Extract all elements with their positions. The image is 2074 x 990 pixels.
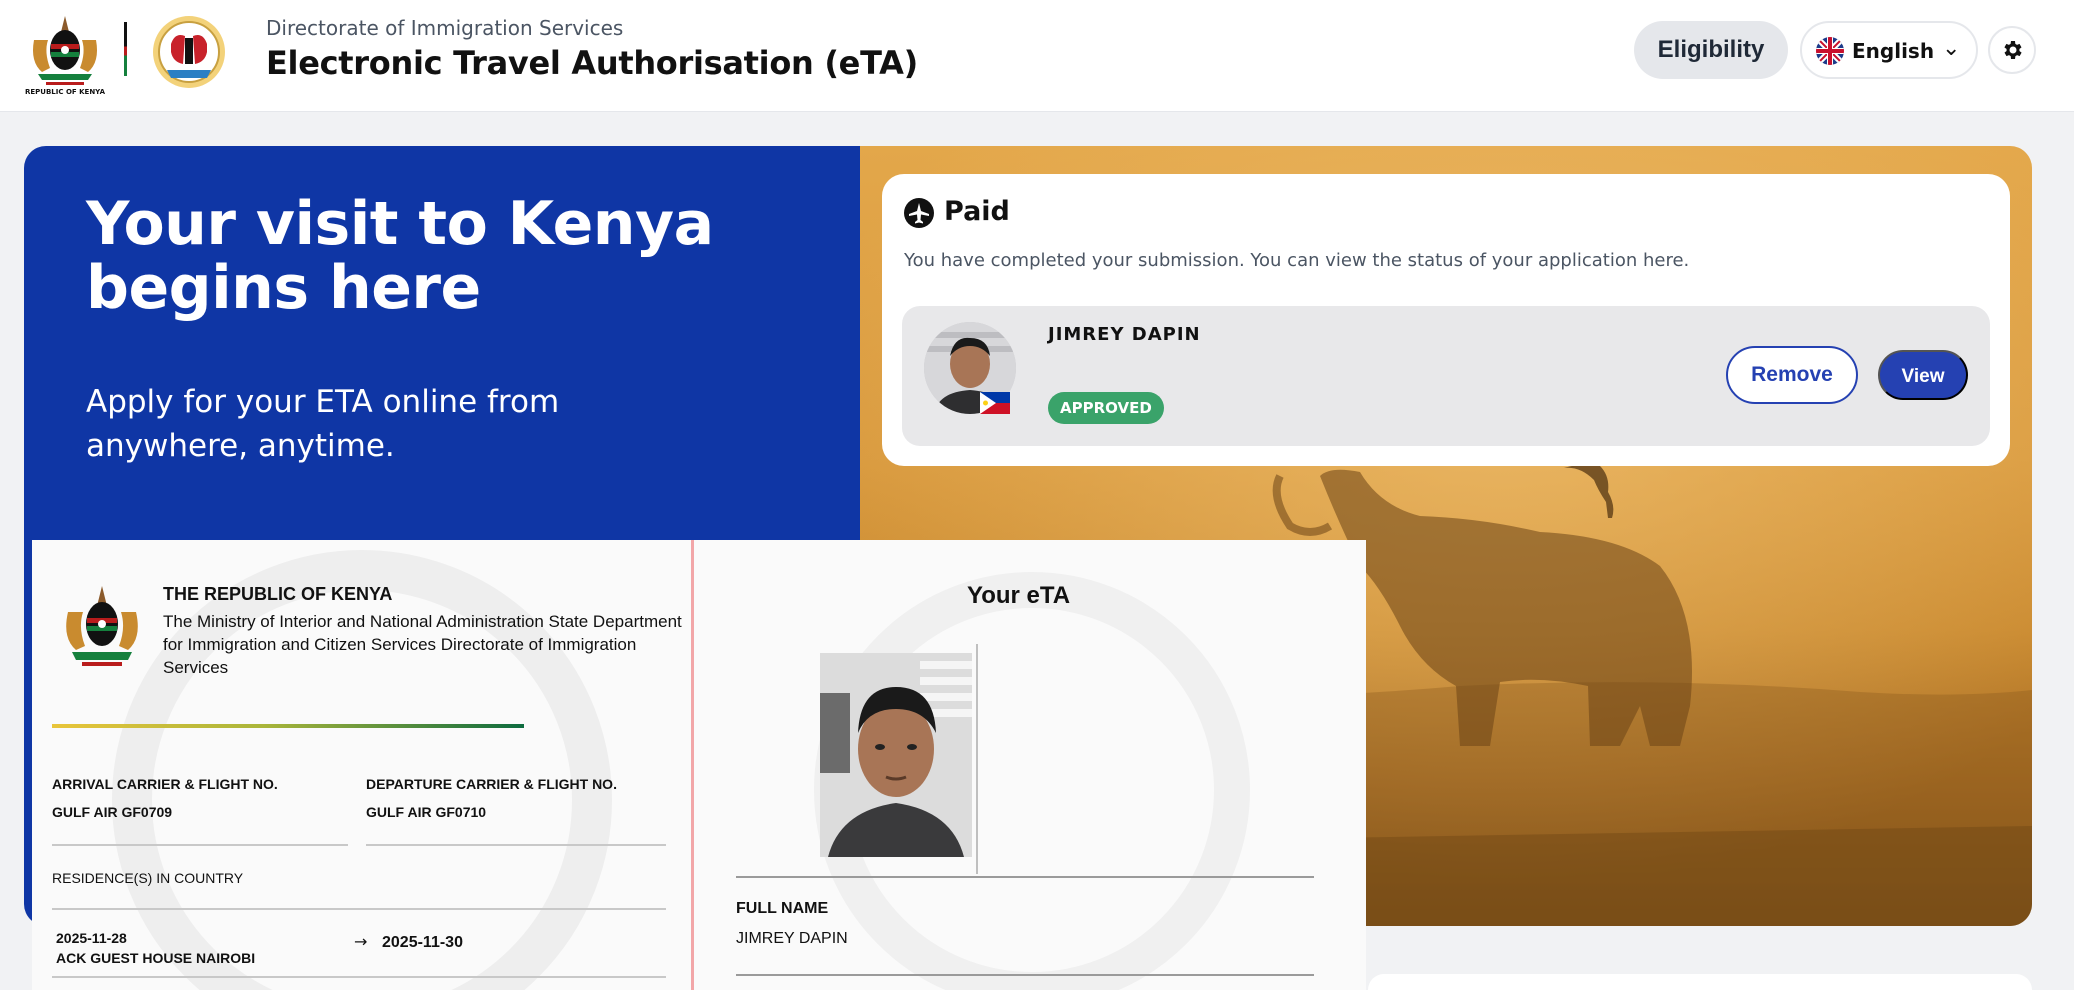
departure-underline — [366, 844, 666, 846]
kenya-coat-of-arms-icon — [54, 580, 150, 676]
full-name-label: FULL NAME — [736, 900, 829, 917]
gear-icon — [2004, 41, 2022, 59]
settings-button[interactable] — [1988, 26, 2036, 74]
photo-divider — [976, 644, 978, 874]
departure-label: DEPARTURE CARRIER & FLIGHT NO. — [366, 776, 617, 792]
document-color-stripe — [52, 724, 524, 728]
uk-flag-icon — [1816, 37, 1844, 65]
logo-caption: REPUBLIC OF KENYA — [24, 88, 105, 96]
view-button[interactable]: View — [1878, 350, 1968, 400]
full-name-value: JIMREY DAPIN — [736, 930, 848, 947]
document-watermark — [112, 550, 1250, 990]
arrow-right-icon: → — [354, 932, 368, 951]
status-badge: APPROVED — [1048, 392, 1164, 424]
residence-place: ACK GUEST HOUSE NAIROBI — [56, 950, 256, 966]
hero-subtext: Apply for your ETA online from anywhere,… — [86, 384, 560, 464]
eta-heading: Your eTA — [967, 582, 1071, 609]
chevron-down-icon: ⌄ — [1942, 36, 1961, 61]
status-description: You have completed your submission. You … — [904, 250, 1690, 271]
page-title: Electronic Travel Authorisation (eTA) — [266, 44, 918, 82]
eta-document-preview: THE REPUBLIC OF KENYA The Ministry of In… — [32, 540, 1366, 990]
philippines-flag-icon — [980, 392, 1010, 414]
status-title: Paid — [944, 196, 1010, 227]
arrival-value: GULF AIR GF0709 — [52, 804, 173, 820]
photo-bottom-rule — [736, 876, 1314, 878]
residence-from-date: 2025-11-28 — [56, 930, 127, 946]
application-status-card: Paid You have completed your submission.… — [882, 174, 2010, 466]
language-label: English — [1852, 39, 1935, 63]
eta-applicant-photo — [820, 653, 972, 857]
top-navigation-bar: REPUBLIC OF KENYA Directorate of Immigra… — [0, 0, 2074, 112]
residence-to-date: 2025-11-30 — [382, 934, 463, 951]
full-name-underline — [736, 974, 1314, 976]
kenya-coat-of-arms-logo[interactable]: REPUBLIC OF KENYA — [24, 10, 106, 96]
eligibility-button[interactable]: Eligibility — [1634, 21, 1788, 79]
airplane-icon — [904, 198, 934, 228]
residence-bottom-rule — [52, 976, 666, 978]
directorate-subtitle: Directorate of Immigration Services — [266, 16, 624, 40]
document-republic-title: THE REPUBLIC OF KENYA — [163, 584, 393, 604]
applicant-name: JIMREY DAPIN — [1048, 324, 1201, 345]
language-selector[interactable]: English ⌄ — [1800, 21, 1978, 79]
document-divider — [691, 540, 694, 990]
arrival-label: ARRIVAL CARRIER & FLIGHT NO. — [52, 776, 278, 792]
arrival-underline — [52, 844, 348, 846]
departure-value: GULF AIR GF0710 — [366, 804, 487, 820]
hero-headline: Your visit to Kenya begins here — [86, 189, 714, 323]
remove-button[interactable]: Remove — [1726, 346, 1858, 404]
logo-divider — [124, 22, 127, 76]
lower-content-card — [1368, 974, 2032, 990]
immigration-seal-logo — [147, 12, 231, 92]
residence-underline — [52, 908, 666, 910]
applicant-row: JIMREY DAPIN APPROVED Remove View — [902, 306, 1990, 446]
document-ministry-text: The Ministry of Interior and National Ad… — [163, 612, 682, 677]
residence-label: RESIDENCE(S) IN COUNTRY — [52, 870, 244, 886]
